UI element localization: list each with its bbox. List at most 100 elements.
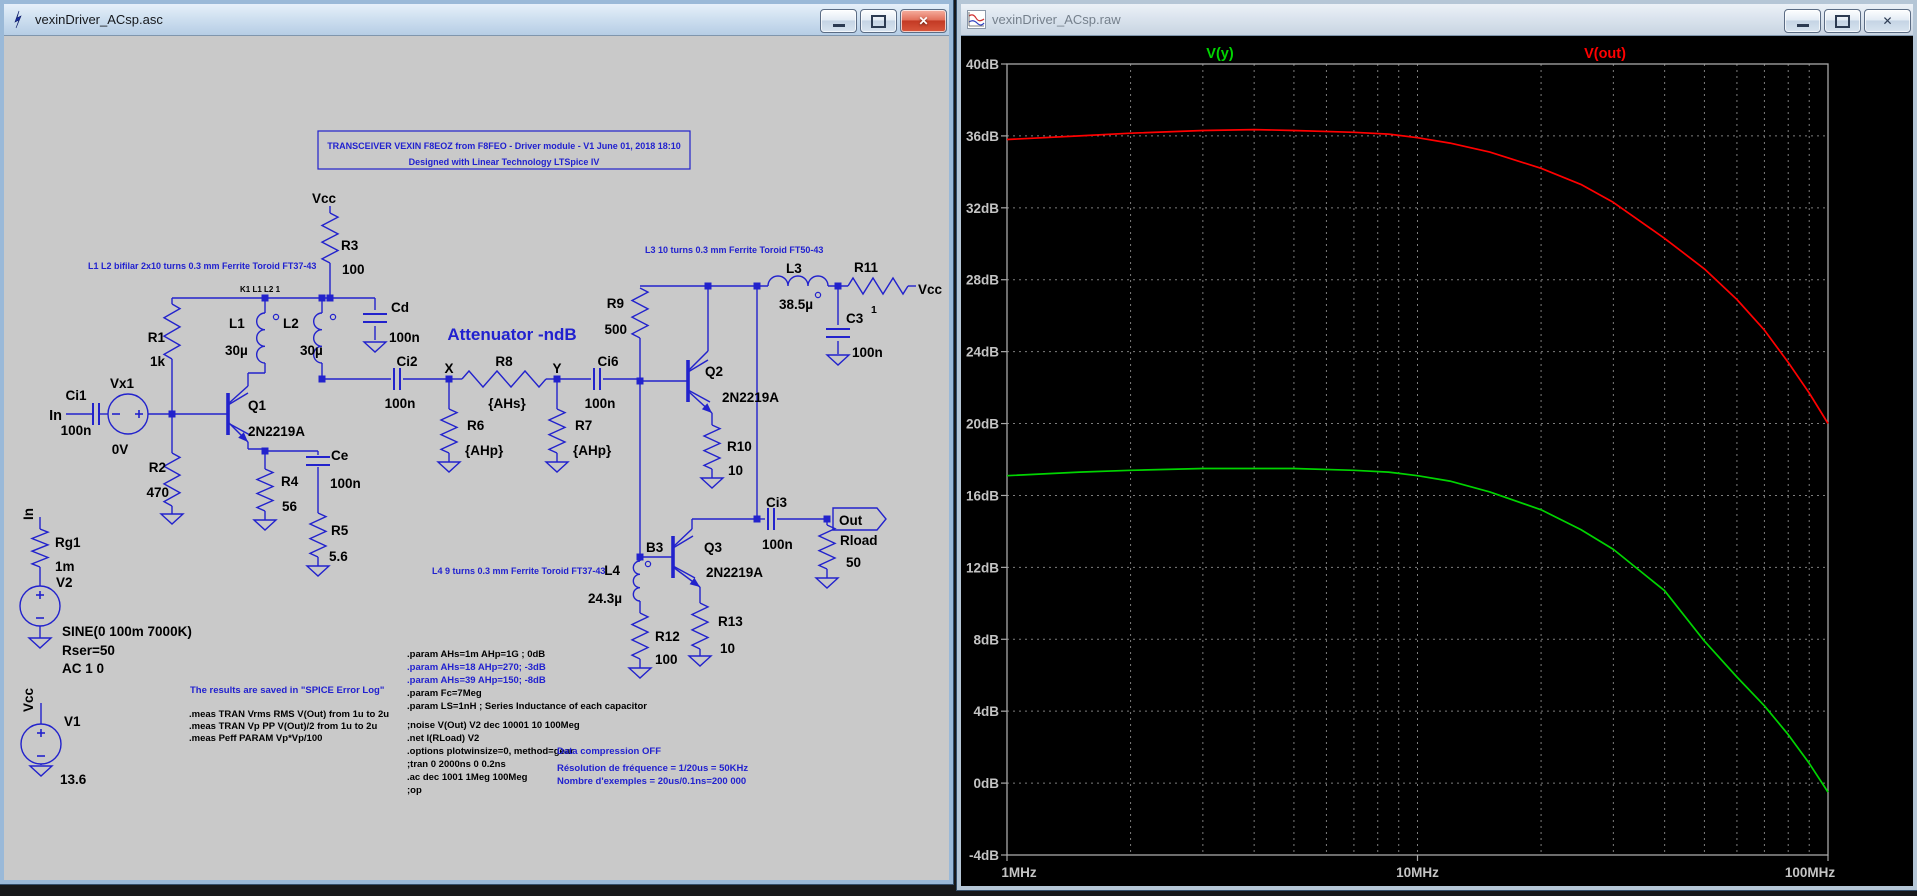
schematic-label: L4 9 turns 0.3 mm Ferrite Toroid FT37-43 <box>432 566 605 576</box>
schematic-label: Ci6 <box>597 354 619 369</box>
schematic-label: 2N2219A <box>706 565 763 580</box>
close-button[interactable]: ✕ <box>900 9 947 33</box>
schematic-label: 100n <box>385 396 416 411</box>
y-axis-tick-label: 24dB <box>966 345 999 360</box>
schematic-label: 100n <box>389 330 420 345</box>
schematic-label: .param AHs=18 AHp=270; -3dB <box>407 662 546 673</box>
schematic-label: .param AHs=39 AHp=150; -8dB <box>407 675 546 686</box>
schematic-label: 10 <box>728 463 743 478</box>
schematic-label: Rload <box>840 533 878 548</box>
y-axis-tick-label: 32dB <box>966 201 999 216</box>
schematic-label: In <box>49 408 62 424</box>
schematic-label: R13 <box>718 614 743 629</box>
schematic-label: Ci1 <box>65 388 87 403</box>
schematic-label: L3 <box>786 261 802 276</box>
waveform-plot-canvas[interactable]: 40dB 36dB 32dB 28dB 24dB 20dB 16dB 12dB 8dB 4dB 0d… <box>961 35 1913 886</box>
schematic-label: 24.3µ <box>588 591 622 606</box>
y-axis-tick-label: 0dB <box>973 776 999 791</box>
schematic-label: .param Fc=7Meg <box>407 688 482 699</box>
schematic-label: TRANSCEIVER VEXIN F8EOZ from F8FEO - Dri… <box>327 141 681 151</box>
schematic-label: 1k <box>150 354 166 369</box>
minimize-button[interactable] <box>1784 9 1821 33</box>
minimize-icon <box>832 24 845 27</box>
schematic-label: Vcc <box>21 688 36 713</box>
schematic-label: Vx1 <box>110 376 135 391</box>
schematic-label: Attenuator -ndB <box>447 325 576 344</box>
maximize-button[interactable] <box>1824 9 1861 33</box>
schematic-label: L1 <box>229 316 245 331</box>
ltspice-schematic-window: vexinDriver_ACsp.asc ✕ TRANSCEIVER VEXIN… <box>0 0 954 885</box>
schematic-label: Ci2 <box>396 354 417 369</box>
schematic-label: ;tran 0 2000ns 0 0.2ns <box>407 759 506 770</box>
x-axis-tick-label: 1MHz <box>1001 865 1037 880</box>
schematic-label: 2N2219A <box>722 390 779 405</box>
schematic-label: The results are saved in "SPICE Error Lo… <box>190 685 384 696</box>
x-axis-tick-label: 100MHz <box>1785 865 1836 880</box>
schematic-label: X <box>444 361 453 376</box>
minimize-button[interactable] <box>820 9 857 33</box>
schematic-label: R3 <box>341 238 359 253</box>
schematic-label: 10 <box>720 641 735 656</box>
schematic-label: 100 <box>342 262 365 277</box>
schematic-label: 5.6 <box>329 549 348 564</box>
schematic-label: Data compression OFF <box>557 746 661 757</box>
schematic-label: K1 L1 L2 1 <box>240 285 281 294</box>
schematic-label: R8 <box>495 354 513 369</box>
schematic-label: In <box>21 508 36 520</box>
schematic-label: 56 <box>282 499 298 514</box>
schematic-label: Résolution de fréquence = 1/20us = 50KHz <box>557 763 748 774</box>
y-axis-tick-label: 36dB <box>966 129 999 144</box>
y-axis-tick-label: 20dB <box>966 417 999 432</box>
window-title: vexinDriver_ACsp.raw <box>992 12 1121 27</box>
close-icon: ✕ <box>1882 14 1893 28</box>
schematic-label: L1 L2 bifilar 2x10 turns 0.3 mm Ferrite … <box>88 261 316 271</box>
schematic-label: ;noise V(Out) V2 dec 10001 10 100Meg <box>407 720 580 731</box>
schematic-label: V1 <box>64 714 81 729</box>
schematic-label: .meas TRAN Vp PP V(Out)/2 from 1u to 2u <box>189 721 377 732</box>
schematic-label: Out <box>839 513 863 528</box>
schematic-label: .ac dec 1001 1Meg 100Meg <box>407 772 528 783</box>
x-axis-tick-label: 10MHz <box>1396 865 1439 880</box>
schematic-label: .net I(RLoad) V2 <box>407 733 479 744</box>
window-title: vexinDriver_ACsp.asc <box>35 12 163 27</box>
schematic-label: 2N2219A <box>248 424 305 439</box>
schematic-label: 1m <box>55 559 75 574</box>
schematic-label: 0V <box>112 442 129 457</box>
schematic-label: 500 <box>604 322 627 337</box>
maximize-button[interactable] <box>860 9 897 33</box>
schematic-label: 100n <box>852 345 883 360</box>
ltspice-waveform-window: vexinDriver_ACsp.raw ✕ 40dB 36dB 32dB 28dB 2… <box>956 0 1917 891</box>
schematic-label: Y <box>552 361 561 376</box>
schematic-label: Ci3 <box>766 495 788 510</box>
schematic-window-titlebar[interactable]: vexinDriver_ACsp.asc ✕ <box>4 4 949 35</box>
schematic-label: {AHp} <box>573 443 612 458</box>
schematic-label: R6 <box>467 418 485 433</box>
schematic-label: Rg1 <box>55 535 81 550</box>
schematic-label: SINE(0 100m 7000K) <box>62 624 192 639</box>
maximize-icon <box>1835 14 1850 28</box>
schematic-label: L3 10 turns 0.3 mm Ferrite Toroid FT50-4… <box>645 245 823 255</box>
schematic-label: Cd <box>391 300 409 315</box>
waveform-plot: 40dB 36dB 32dB 28dB 24dB 20dB 16dB 12dB 8dB 4dB 0d… <box>966 46 1836 880</box>
schematic-label: Designed with Linear Technology LTSpice … <box>409 157 600 167</box>
schematic-drawing: TRANSCEIVER VEXIN F8EOZ from F8FEO - Dri… <box>19 130 943 796</box>
schematic-label: R2 <box>149 460 166 475</box>
schematic-canvas[interactable]: TRANSCEIVER VEXIN F8EOZ from F8FEO - Dri… <box>4 35 949 880</box>
schematic-label: 38.5µ <box>779 297 813 312</box>
legend-entry: V(y) <box>1206 46 1234 62</box>
schematic-label: 50 <box>846 555 861 570</box>
schematic-label: R10 <box>727 439 752 454</box>
schematic-label: 1 <box>871 304 877 316</box>
legend-entry: V(out) <box>1584 46 1626 62</box>
schematic-label: R12 <box>655 629 680 644</box>
waveform-window-titlebar[interactable]: vexinDriver_ACsp.raw ✕ <box>961 4 1913 35</box>
schematic-label: {AHs} <box>488 396 526 411</box>
close-button[interactable]: ✕ <box>1864 9 1911 33</box>
schematic-label: 100n <box>762 537 793 552</box>
schematic-label: ;op <box>407 785 422 796</box>
schematic-label: R5 <box>331 523 349 538</box>
minimize-icon <box>1796 24 1809 27</box>
schematic-label: V2 <box>56 575 73 590</box>
y-axis-tick-label: 40dB <box>966 57 999 72</box>
schematic-label: .param LS=1nH ; Series Inductance of eac… <box>407 701 647 712</box>
